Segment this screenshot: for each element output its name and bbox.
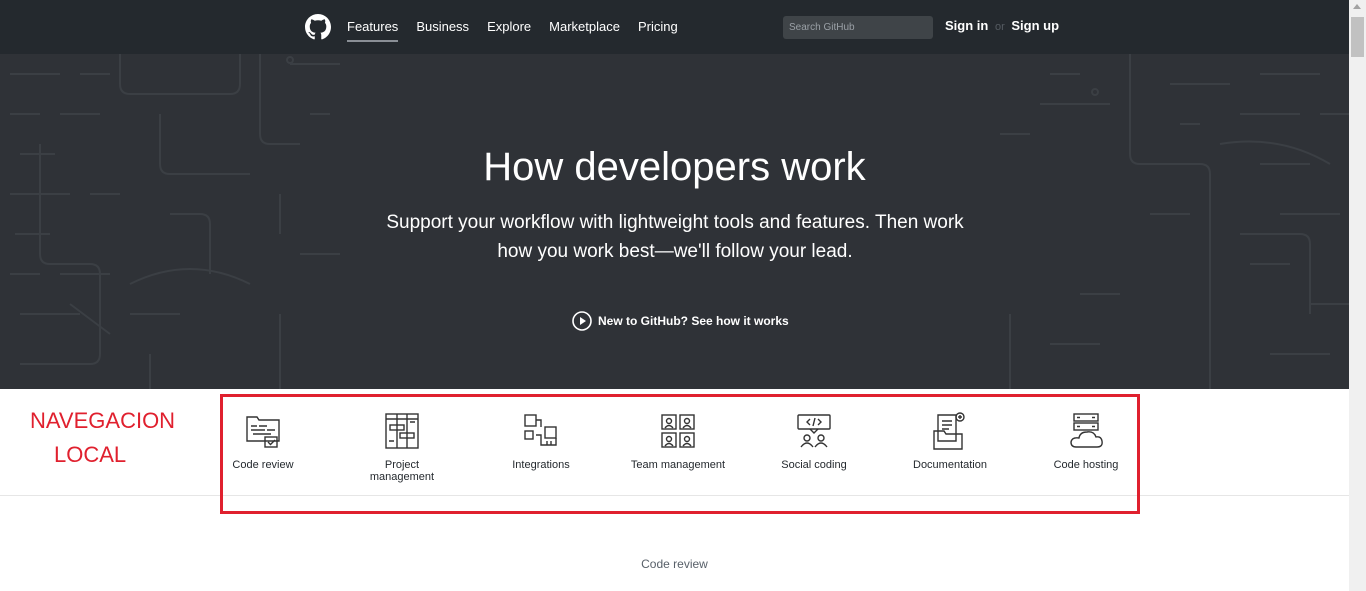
annotation-line2: LOCAL bbox=[54, 442, 127, 467]
main-nav: Features Business Explore Marketplace Pr… bbox=[347, 0, 696, 54]
scroll-thumb[interactable] bbox=[1351, 17, 1364, 57]
hero-section: How developers work Support your workflo… bbox=[0, 54, 1349, 389]
nav-explore[interactable]: Explore bbox=[487, 0, 531, 54]
github-logo-icon[interactable] bbox=[305, 14, 331, 40]
hero-subtitle-line1: Support your workflow with lightweight t… bbox=[386, 212, 964, 233]
nav-business[interactable]: Business bbox=[416, 0, 469, 54]
annotation-line1: NAVEGACION bbox=[30, 408, 176, 433]
nav-marketplace[interactable]: Marketplace bbox=[549, 0, 620, 54]
section-heading: Code review bbox=[641, 557, 708, 571]
scroll-up-arrow-icon[interactable] bbox=[1353, 4, 1361, 9]
hero-title: How developers work bbox=[483, 145, 866, 189]
video-link-label: New to GitHub? See how it works bbox=[598, 314, 789, 328]
search-input[interactable] bbox=[783, 16, 933, 39]
annotation-highlight-box bbox=[220, 394, 1140, 514]
auth-links: Sign in or Sign up bbox=[945, 18, 1059, 33]
nav-features[interactable]: Features bbox=[347, 0, 399, 54]
hero-subtitle: Support your workflow with lightweight t… bbox=[375, 208, 975, 266]
play-circle-icon bbox=[572, 311, 592, 331]
nav-pricing[interactable]: Pricing bbox=[638, 0, 678, 54]
sign-up-link[interactable]: Sign up bbox=[1011, 18, 1059, 33]
top-navbar: Features Business Explore Marketplace Pr… bbox=[0, 0, 1349, 54]
hero-subtitle-line2: how you work best—we'll follow your lead… bbox=[497, 241, 853, 262]
annotation-label: NAVEGACION LOCAL bbox=[30, 404, 175, 472]
page: Features Business Explore Marketplace Pr… bbox=[0, 0, 1349, 591]
sign-in-link[interactable]: Sign in bbox=[945, 18, 988, 33]
video-link[interactable]: New to GitHub? See how it works bbox=[572, 311, 789, 331]
or-separator: or bbox=[994, 21, 1005, 33]
vertical-scrollbar[interactable] bbox=[1349, 0, 1366, 591]
